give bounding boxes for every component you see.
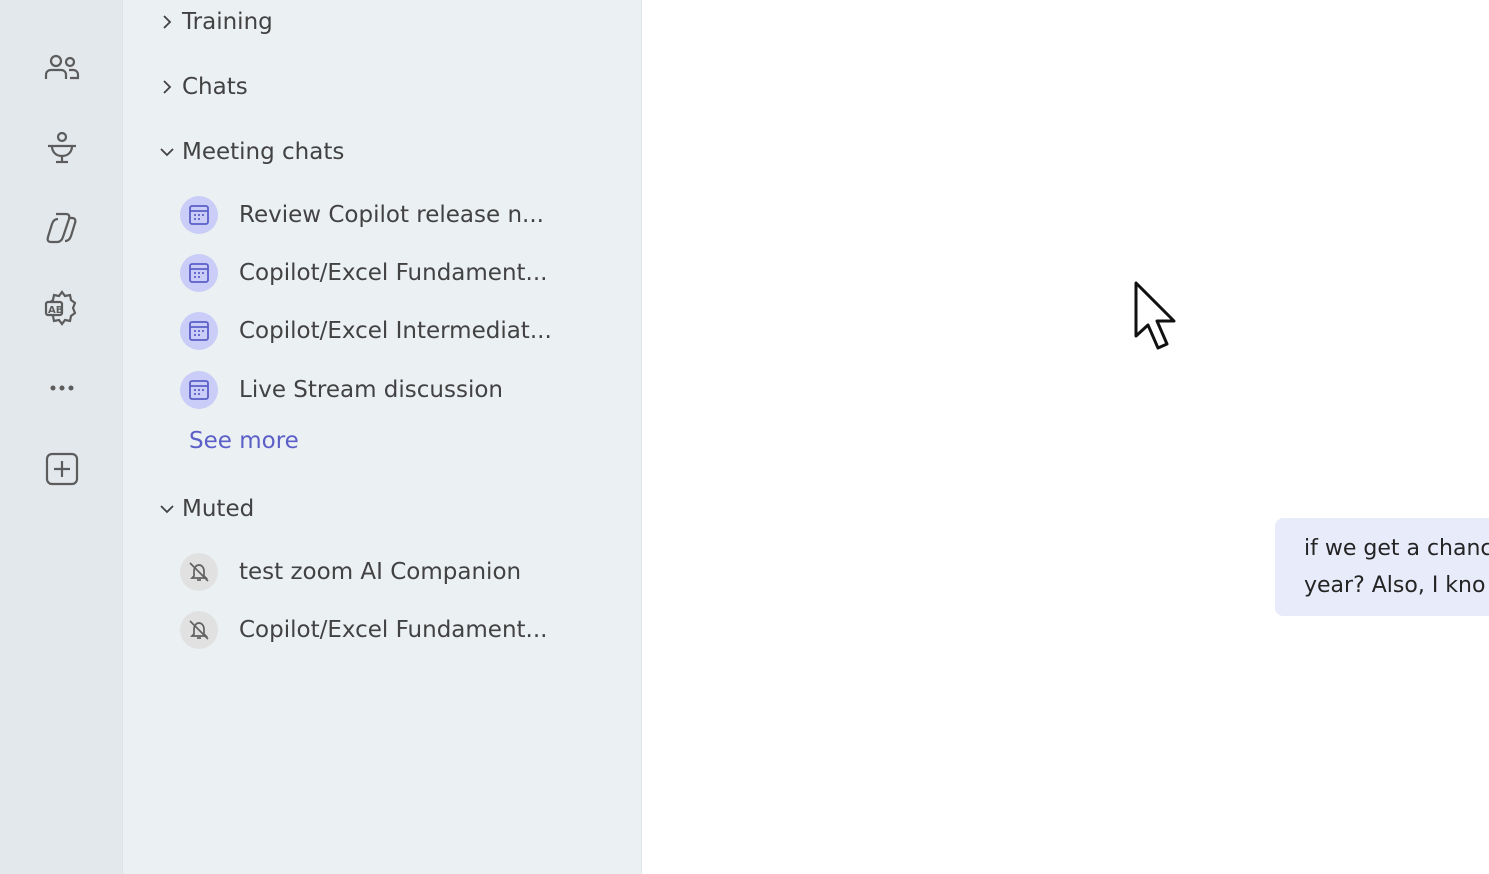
chat-list-panel: Training Chats Meeting chats Review Copi… xyxy=(123,0,642,874)
meeting-avatar xyxy=(180,312,218,350)
rail-copilot-button[interactable] xyxy=(34,200,90,256)
learning-icon xyxy=(48,131,76,164)
chat-title: test zoom AI Companion xyxy=(239,559,522,585)
muted-avatar xyxy=(180,611,218,649)
rail-learning-button[interactable] xyxy=(34,120,90,176)
add-apps-icon xyxy=(45,452,79,486)
app-rail: AB xyxy=(0,0,123,874)
rail-translator-button[interactable]: AB xyxy=(34,280,90,336)
mouse-pointer-icon xyxy=(1134,281,1176,350)
conversation-pane: if we get a chanc year? Also, I kno xyxy=(642,0,1489,874)
copilot-icon xyxy=(46,212,77,244)
chat-title: Copilot/Excel Fundament... xyxy=(239,260,548,286)
message-line: year? Also, I kno xyxy=(1304,573,1486,598)
chevron-right-icon xyxy=(153,8,181,36)
meeting-avatar xyxy=(180,254,218,292)
chevron-right-icon xyxy=(153,73,181,101)
svg-text:AB: AB xyxy=(48,305,63,316)
section-meeting-chats[interactable]: Meeting chats xyxy=(153,135,344,169)
meeting-avatar xyxy=(180,371,218,409)
section-muted[interactable]: Muted xyxy=(153,492,254,526)
rail-add-apps-button[interactable] xyxy=(34,441,90,497)
chat-title: Review Copilot release n... xyxy=(239,202,544,228)
chevron-down-icon xyxy=(153,495,181,523)
list-item[interactable]: Copilot/Excel Fundament... xyxy=(171,605,621,655)
more-icon xyxy=(50,385,74,391)
section-label: Chats xyxy=(182,74,248,100)
meeting-avatar xyxy=(180,196,218,234)
chat-title: Copilot/Excel Fundament... xyxy=(239,617,548,643)
chat-title: Live Stream discussion xyxy=(239,377,504,403)
bell-off-icon xyxy=(189,620,209,640)
section-label: Training xyxy=(182,9,273,35)
calendar-icon xyxy=(189,205,209,225)
chevron-down-icon xyxy=(153,138,181,166)
list-item[interactable]: Copilot/Excel Fundament... xyxy=(171,248,621,298)
translator-settings-icon: AB xyxy=(44,290,77,326)
rail-more-button[interactable] xyxy=(34,360,90,416)
list-item[interactable]: Copilot/Excel Intermediat... xyxy=(171,306,621,356)
list-item[interactable]: Review Copilot release n... xyxy=(171,190,621,240)
message-line: if we get a chanc xyxy=(1304,536,1489,561)
rail-people-button[interactable] xyxy=(34,40,90,96)
section-training[interactable]: Training xyxy=(153,5,273,39)
bell-off-icon xyxy=(189,562,209,582)
section-chats[interactable]: Chats xyxy=(153,70,248,104)
see-more-link[interactable]: See more xyxy=(189,428,299,454)
section-label: Meeting chats xyxy=(182,139,345,165)
people-icon xyxy=(44,54,80,80)
calendar-icon xyxy=(189,321,209,341)
list-item[interactable]: Live Stream discussion xyxy=(171,365,621,415)
muted-avatar xyxy=(180,553,218,591)
teams-window: AB Training Chats Meeting chats Review C… xyxy=(0,0,1489,874)
list-item[interactable]: test zoom AI Companion xyxy=(171,547,621,597)
message-bubble[interactable]: if we get a chanc year? Also, I kno xyxy=(1275,518,1489,616)
calendar-icon xyxy=(189,380,209,400)
calendar-icon xyxy=(189,263,209,283)
chat-title: Copilot/Excel Intermediat... xyxy=(239,318,552,344)
section-label: Muted xyxy=(182,496,255,522)
